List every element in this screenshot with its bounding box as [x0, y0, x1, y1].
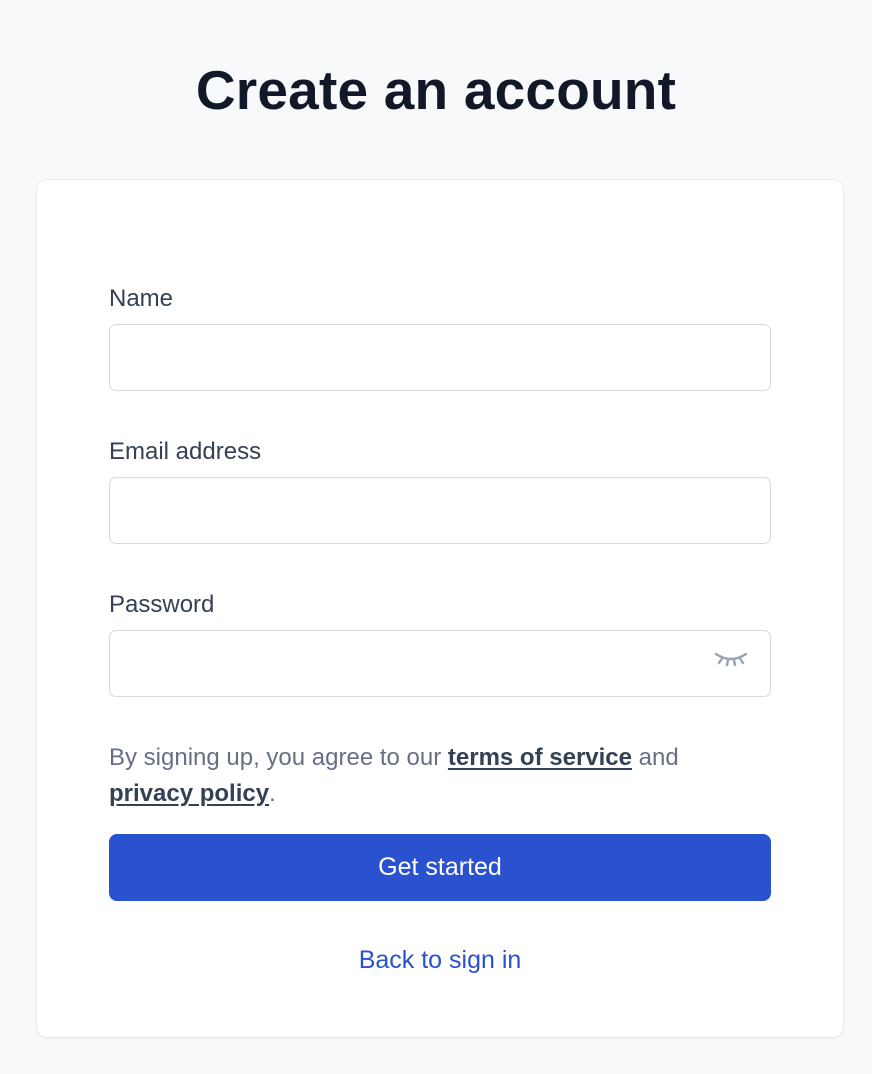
signup-card: Name Email address Password By signing u… [37, 180, 843, 1037]
name-label: Name [109, 285, 174, 312]
page-title: Create an account [195, 59, 677, 121]
name-input[interactable] [109, 324, 771, 391]
terms-consent-text: By signing up, you agree to our terms of… [109, 740, 771, 812]
back-to-sign-in-link[interactable]: Back to sign in [37, 946, 843, 975]
consent-prefix: By signing up, you agree to our [109, 744, 448, 771]
consent-suffix: . [269, 780, 276, 807]
privacy-policy-link[interactable]: privacy policy [109, 780, 269, 807]
eye-closed-icon[interactable] [712, 647, 750, 671]
email-input[interactable] [109, 477, 771, 544]
get-started-button[interactable]: Get started [109, 834, 771, 901]
email-label: Email address [109, 438, 262, 465]
terms-of-service-link[interactable]: terms of service [448, 744, 632, 771]
consent-middle: and [632, 744, 679, 771]
password-input[interactable] [109, 630, 771, 697]
password-label: Password [109, 591, 215, 618]
